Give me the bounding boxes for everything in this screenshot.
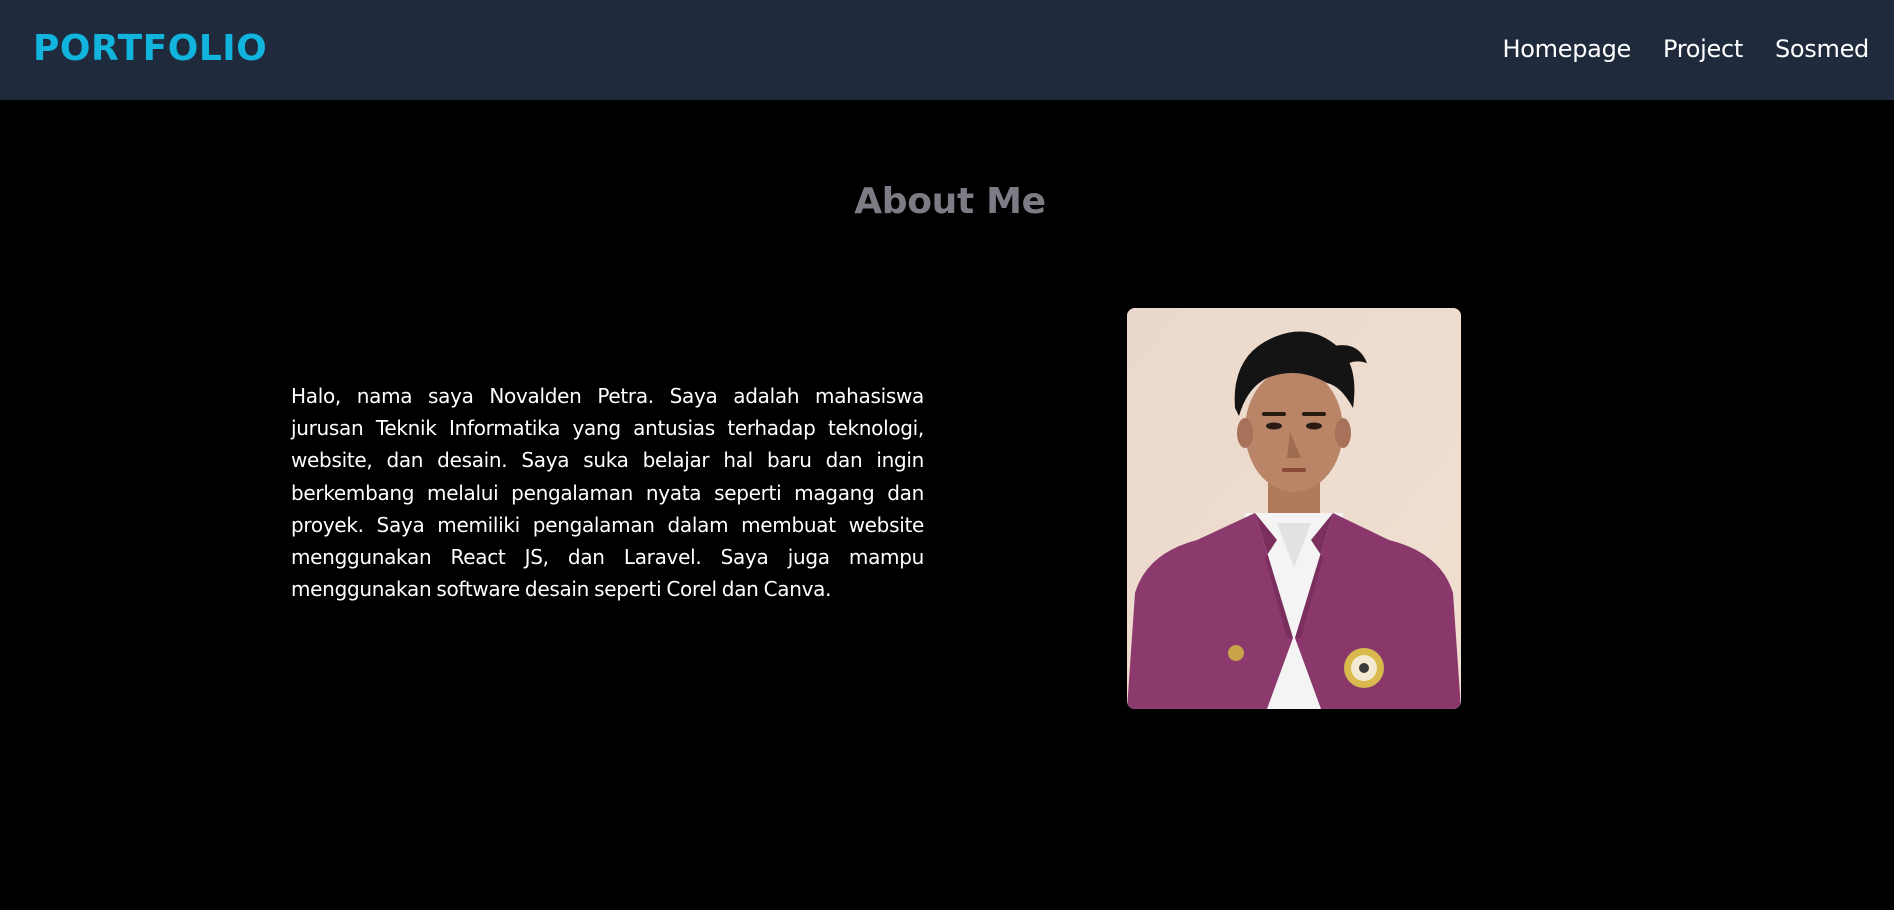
section-title: About Me	[854, 181, 1046, 222]
profile-photo	[1127, 308, 1461, 709]
about-paragraph: Halo, nama saya Novalden Petra. Saya ada…	[291, 384, 924, 602]
brand-logo[interactable]: PORTFOLIO	[33, 27, 267, 71]
nav-links: Homepage Project Sosmed	[1503, 31, 1870, 67]
nav-link-project[interactable]: Project	[1663, 31, 1743, 67]
nav-link-homepage[interactable]: Homepage	[1503, 31, 1632, 67]
nav-link-sosmed[interactable]: Sosmed	[1775, 31, 1869, 67]
navbar: PORTFOLIO Homepage Project Sosmed	[0, 0, 1894, 100]
